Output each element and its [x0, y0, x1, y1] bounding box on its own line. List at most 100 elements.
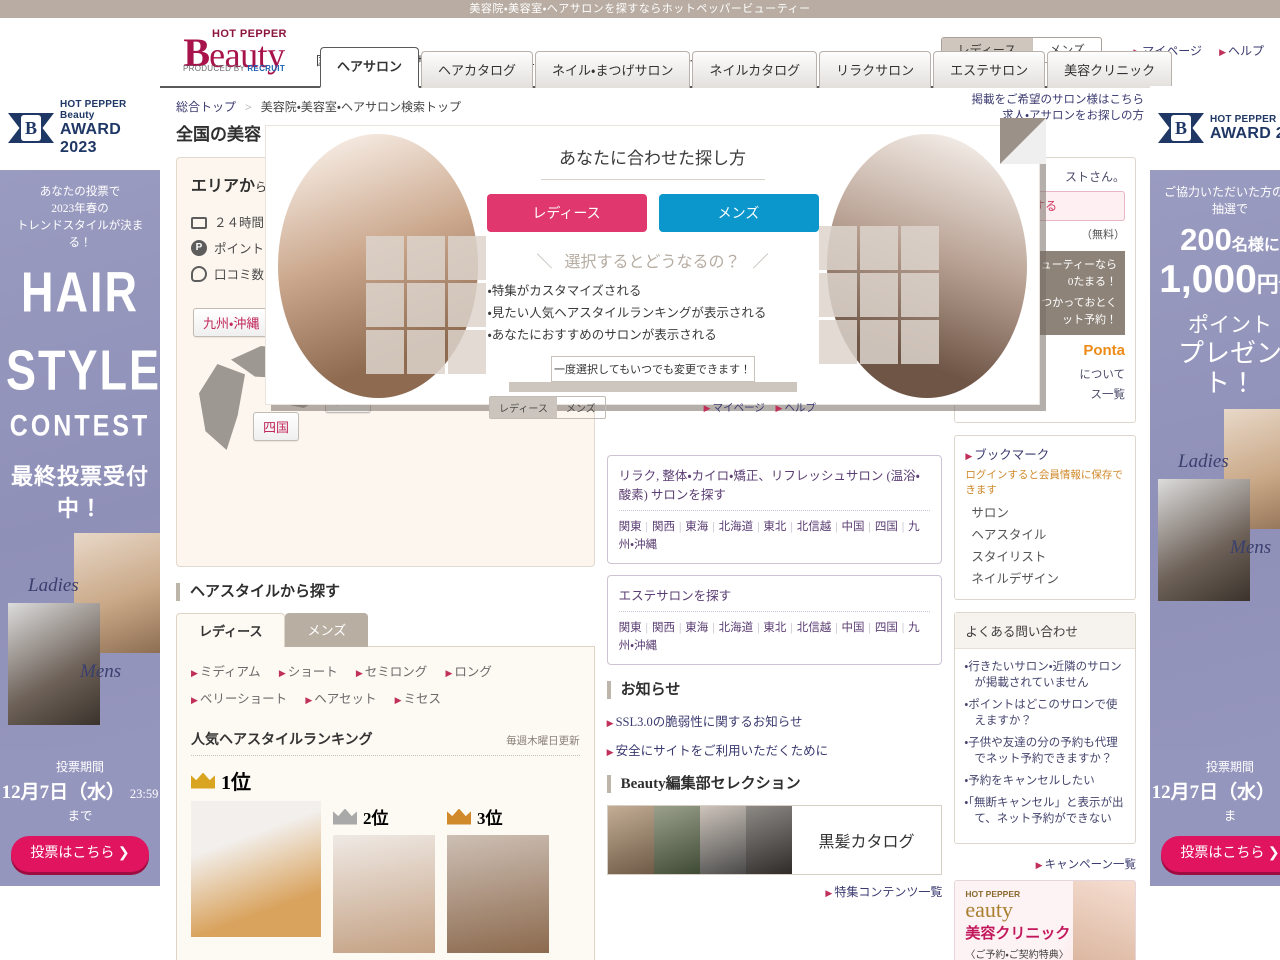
news-item-ssl[interactable]: ▶ SSL3.0の脆弱性に関するお知らせ — [607, 711, 943, 730]
clinic-ad-content: HOT PEPPER eauty 美容クリニック 〈ご予約・ご契約特典〉 5%ポ… — [955, 881, 1136, 960]
right-script-mens: Mens — [1230, 537, 1272, 558]
tab-nail-catalog[interactable]: ネイルカタログ — [692, 51, 818, 88]
hairstyle-tab-mens[interactable]: メンズ — [285, 613, 369, 647]
right-present-label: プレゼント！ — [1177, 339, 1280, 398]
esthe-region-hokushinetsu[interactable]: 北信越 — [797, 622, 832, 634]
breadcrumb-home[interactable]: 総合トップ — [176, 100, 236, 114]
relax-region-kansai[interactable]: 関西 — [652, 521, 675, 533]
left-period-date: 12月7日（水） 23:59まで — [0, 777, 160, 826]
esthe-region-hokkaido[interactable]: 北海道 — [719, 622, 754, 634]
site-logo[interactable]: B eauty HOT PEPPER PRODUCED BY RECRUIT — [168, 28, 300, 73]
tab-hair-catalog[interactable]: ヘアカタログ — [421, 51, 534, 88]
faq-item-1[interactable]: ・行きたいサロン・近隣のサロンが掲載されていません — [964, 659, 1126, 691]
style-link-long[interactable]: ▶ ロング — [445, 665, 491, 679]
modal-gender-buttons: レディース メンズ — [266, 194, 1039, 232]
hairstyle-tab-ladies[interactable]: レディース — [176, 613, 286, 647]
right-script-ladies: Ladies — [1178, 451, 1229, 472]
style-link-semilong-label: セミロング — [364, 665, 428, 679]
left-banner-kicker: あなたの投票で 2023年春の トレンドスタイルが決まる！ — [6, 184, 154, 252]
faq-item-5[interactable]: ・「無断キャンセル」と表示が出て、ネット予約ができない — [964, 795, 1126, 827]
selection-more-link[interactable]: ▶ 特集コンテンツ一覧 — [607, 883, 942, 900]
news-item-safety[interactable]: ▶ 安全にサイトをご利用いただくために — [607, 740, 943, 759]
style-link-medium[interactable]: ▶ ミディアム — [191, 665, 261, 679]
bookmark-title[interactable]: ▶ ブックマーク — [965, 445, 1125, 466]
rank-3-thumbnail[interactable] — [447, 835, 549, 953]
style-link-semilong[interactable]: ▶ セミロング — [356, 665, 427, 679]
divider: | — [645, 622, 648, 634]
modal-mini-link-mypage[interactable]: ▶ マイページ — [704, 403, 765, 414]
arrow-right-icon: ▶ — [445, 668, 453, 678]
gold-crown-icon — [191, 773, 215, 789]
divider: | — [712, 521, 715, 533]
tab-hair-salon[interactable]: ヘアサロン — [320, 47, 420, 88]
modal-mini-link-help[interactable]: ▶ ヘルプ — [776, 403, 816, 414]
news-item-ssl-label: SSL3.0の脆弱性に関するお知らせ — [615, 715, 803, 729]
esthe-region-kansai[interactable]: 関西 — [652, 622, 675, 634]
bookmark-item-naildesign[interactable]: ネイルデザイン — [965, 568, 1125, 590]
modal-subheading: ＼ 選択するとどうなるの？ ／ — [266, 248, 1039, 272]
relax-salon-title[interactable]: リラク, 整体・カイロ・矯正、リフレッシュサロン (温浴・酸素) サロンを探す — [618, 465, 931, 511]
right-vote-button[interactable]: 投票はこちら ❯ — [1161, 836, 1280, 872]
bookmark-item-hairstyle[interactable]: ヘアスタイル — [965, 524, 1125, 546]
rank-2-thumbnail[interactable] — [333, 835, 435, 953]
esthe-region-tohoku[interactable]: 東北 — [763, 622, 786, 634]
left-award-name: AWARD 2023 — [60, 121, 122, 156]
modal-mini-gender-toggle[interactable]: レディース メンズ — [489, 396, 606, 419]
selection-thumb-4 — [745, 806, 792, 874]
left-period-label: 投票期間 — [55, 760, 104, 774]
divider: | — [868, 622, 871, 634]
right-award-banner[interactable]: B HOT PEPPER Be AWARD 20 ご協力いただいた方の中 抽選で… — [1150, 86, 1280, 886]
relax-region-hokkaido[interactable]: 北海道 — [719, 521, 754, 533]
modal-mini-ladies[interactable]: レディース — [490, 397, 557, 418]
region-kyushu-okinawa[interactable]: 九州・沖縄 — [193, 308, 270, 337]
selection-thumbnails — [607, 806, 792, 874]
relax-region-chugoku[interactable]: 中国 — [842, 521, 865, 533]
selection-banner[interactable]: 黒髪カタログ — [606, 805, 943, 875]
bookmark-item-stylist[interactable]: スタイリスト — [965, 546, 1125, 568]
esthe-region-shikoku[interactable]: 四国 — [875, 622, 898, 634]
rank-1-thumbnail[interactable] — [191, 801, 321, 937]
faq-item-4[interactable]: ・予約をキャンセルしたい — [964, 773, 1126, 789]
bookmark-item-salon[interactable]: サロン — [965, 502, 1125, 524]
style-link-hairset[interactable]: ▶ ヘアセット — [305, 692, 376, 706]
style-link-veryshort[interactable]: ▶ ベリーショート — [191, 692, 287, 706]
relax-region-shikoku[interactable]: 四国 — [875, 521, 898, 533]
faq-item-3[interactable]: ・子供や友達の分の予約も代理でネット予約できますか？ — [964, 735, 1126, 767]
relax-region-hokushinetsu[interactable]: 北信越 — [797, 521, 832, 533]
modal-mini-mens[interactable]: メンズ — [557, 397, 605, 418]
faq-item-2[interactable]: ・ポイントはどこのサロンで使えますか？ — [964, 697, 1126, 729]
header-link-help[interactable]: ▶ ヘルプ — [1219, 44, 1264, 58]
rank-item-3[interactable]: 3位 — [447, 766, 549, 953]
hairstyle-gender-tabs: レディース メンズ — [176, 613, 595, 647]
award-star-icon: B — [8, 105, 54, 151]
esthe-region-kanto[interactable]: 関東 — [619, 622, 642, 634]
style-link-medium-label: ミディアム — [199, 665, 261, 679]
clinic-ad-photo — [1073, 881, 1136, 960]
left-vote-button[interactable]: 投票はこちら ❯ — [11, 836, 149, 872]
relax-region-kanto[interactable]: 関東 — [619, 521, 642, 533]
relax-region-tohoku[interactable]: 東北 — [763, 521, 786, 533]
tab-beauty-clinic[interactable]: 美容クリニック — [1047, 51, 1173, 88]
faq-item-1-label: 行きたいサロン・近隣のサロンが掲載されていません — [968, 661, 1122, 689]
modal-mens-button[interactable]: メンズ — [658, 194, 819, 232]
tab-esthe-salon[interactable]: エステサロン — [933, 51, 1046, 88]
campaign-link[interactable]: ▶ キャンペーン一覧 — [954, 856, 1136, 872]
esthe-region-tokai[interactable]: 東海 — [685, 622, 708, 634]
rank-item-1[interactable]: 1位 — [191, 766, 321, 937]
style-link-misses[interactable]: ▶ ミセス — [395, 692, 441, 706]
left-vote-label: 投票はこちら — [30, 846, 115, 861]
site-header: B eauty HOT PEPPER PRODUCED BY RECRUIT 国… — [0, 18, 1280, 88]
esthe-region-chugoku[interactable]: 中国 — [842, 622, 865, 634]
tab-relax-salon[interactable]: リラクサロン — [819, 51, 932, 88]
esthe-salon-title[interactable]: エステサロンを探す — [618, 585, 931, 612]
rank-item-2[interactable]: 2位 — [333, 766, 435, 953]
clinic-ad-banner[interactable]: HOT PEPPER eauty 美容クリニック 〈ご予約・ご契約特典〉 5%ポ… — [954, 880, 1137, 960]
left-award-banner[interactable]: B HOT PEPPER Beauty AWARD 2023 あなたの投票で 2… — [0, 86, 160, 886]
feature-label-review: 口コミ数 — [214, 268, 265, 282]
tab-nail-eyelash-salon[interactable]: ネイル・まつげサロン — [535, 51, 691, 88]
style-link-short[interactable]: ▶ ショート — [279, 665, 338, 679]
campaign-link-label: キャンペーン一覧 — [1044, 859, 1137, 871]
relax-region-tokai[interactable]: 東海 — [685, 521, 708, 533]
modal-ladies-button[interactable]: レディース — [486, 194, 647, 232]
right-banner-body: ご協力いただいた方の中 抽選で 200名様に 1,000円分 ポイント プレゼン… — [1150, 170, 1280, 750]
